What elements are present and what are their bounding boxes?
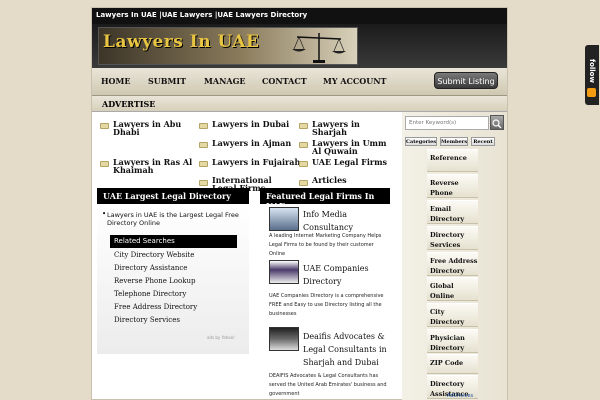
nav-manage[interactable]: MANAGE [204, 76, 246, 86]
tab-members[interactable]: Members [440, 137, 468, 146]
nav-submit[interactable]: SUBMIT [148, 76, 186, 86]
panel-title: UAE Largest Legal Directory [97, 188, 249, 204]
nav-home[interactable]: HOME [101, 76, 130, 86]
rss-icon[interactable] [587, 88, 596, 97]
sidebar-item-city-directory[interactable]: City Directory [427, 303, 478, 327]
sidebar-item-physician-directory[interactable]: Physician Directory [427, 329, 478, 353]
ads-attribution[interactable]: ads by Yahoo! [207, 335, 235, 340]
search-icon [492, 119, 502, 129]
category-link[interactable]: UAE Legal Firms [312, 158, 396, 166]
sidebar-item-reference[interactable]: Reference [427, 149, 478, 172]
follow-widget[interactable]: follow [585, 45, 599, 105]
featured-firm-desc: UAE Companies Directory is a comprehensi… [269, 293, 384, 317]
firm-thumbnail[interactable] [269, 327, 299, 351]
category-link[interactable]: Lawyers in Dubai [212, 120, 302, 128]
featured-firm-desc: DEAIFIS Advocates & Legal Consultants ha… [269, 373, 387, 397]
folder-icon [100, 123, 109, 129]
category-links: Lawyers in Abu Dhabi Lawyers in Dubai La… [92, 112, 398, 192]
category-link[interactable]: Lawyers in Sharjah [312, 120, 396, 136]
related-search-link[interactable]: Telephone Directory [114, 290, 186, 298]
related-search-link[interactable]: Directory Services [114, 316, 180, 324]
scales-of-justice-icon [292, 33, 346, 63]
folder-icon [199, 161, 208, 167]
category-link[interactable]: Lawyers in Ras Al Khaimah [113, 158, 195, 174]
panel-body: • Lawyers in UAE is the Largest Legal Fr… [97, 204, 249, 354]
featured-firm-name[interactable]: Deaifis Advocates & Legal Consultants in… [303, 330, 391, 370]
secondary-nav: ADVERTISE [92, 96, 507, 112]
category-link[interactable]: Articles [312, 176, 396, 184]
adchoices-link[interactable]: AdChoices [447, 393, 473, 399]
category-link[interactable]: Lawyers in Umm Al Quwain [312, 139, 396, 155]
nav-my-account[interactable]: MY ACCOUNT [323, 76, 387, 86]
sidebar-item-reverse-phone-lookup[interactable]: Reverse Phone Lookup [427, 174, 478, 207]
folder-icon [199, 180, 208, 186]
category-link[interactable]: Lawyers in Fujairah [212, 158, 302, 166]
main-nav: HOME SUBMIT MANAGE CONTACT MY ACCOUNT Su… [92, 68, 507, 96]
tab-recent[interactable]: Recent [471, 137, 495, 146]
firm-thumbnail[interactable] [269, 207, 299, 231]
submit-listing-button[interactable]: Submit Listing [434, 72, 498, 89]
right-sidebar: Enter Keyword(s) Categories Members Rece… [402, 112, 507, 400]
featured-firms-panel: Featured Legal Firms In UAE Info Media C… [260, 188, 390, 397]
bullet-icon: • [102, 210, 107, 218]
firm-thumbnail[interactable] [269, 260, 299, 284]
nav-contact[interactable]: CONTACT [262, 76, 307, 86]
folder-icon [100, 161, 109, 167]
search-input[interactable]: Enter Keyword(s) [405, 116, 489, 130]
sidebar-item-free-address-directory[interactable]: Free Address Directory [427, 252, 478, 276]
related-searches-title: Related Searches [110, 235, 237, 248]
sidebar-item-zip-code[interactable]: ZIP Code [427, 354, 478, 374]
sidebar-item-directory-services[interactable]: Directory Services [427, 226, 478, 250]
related-search-link[interactable]: Reverse Phone Lookup [114, 277, 195, 285]
related-search-link[interactable]: Free Address Directory [114, 303, 197, 311]
related-search-link[interactable]: City Directory Website [114, 251, 194, 259]
featured-firm-name[interactable]: UAE Companies Directory [303, 262, 389, 288]
directory-tagline: Lawyers in UAE is the Largest Legal Free… [107, 211, 239, 227]
featured-firm-desc: A leading Internet Marketing Company Hel… [269, 233, 382, 257]
folder-icon [299, 161, 308, 167]
folder-icon [299, 142, 308, 148]
site-title-bar: Lawyers In UAE |UAE Lawyers |UAE Lawyers… [92, 8, 507, 24]
related-search-link[interactable]: Directory Assistance [114, 264, 187, 272]
sidebar-item-email-directory[interactable]: Email Directory [427, 200, 478, 224]
site-logo[interactable]: Lawyers In UAE [98, 27, 358, 65]
sidebar-item-global-online-business[interactable]: Global Online Business [427, 277, 478, 310]
page-container: Lawyers In UAE |UAE Lawyers |UAE Lawyers… [91, 7, 508, 400]
folder-icon [199, 123, 208, 129]
header: Lawyers In UAE [92, 24, 507, 68]
category-link[interactable]: Lawyers in Ajman [212, 139, 302, 147]
tab-categories[interactable]: Categories [405, 137, 437, 146]
featured-title: Featured Legal Firms In UAE [260, 188, 390, 211]
logo-text: Lawyers In UAE [103, 32, 260, 52]
category-link[interactable]: Lawyers in Abu Dhabi [113, 120, 193, 136]
folder-icon [199, 142, 208, 148]
featured-firm-name[interactable]: Info Media Consultancy [303, 208, 389, 234]
legal-directory-panel: UAE Largest Legal Directory • Lawyers in… [97, 188, 249, 354]
nav-advertise[interactable]: ADVERTISE [102, 99, 155, 109]
folder-icon [299, 180, 308, 186]
search-button[interactable] [490, 115, 504, 130]
folder-icon [299, 123, 308, 129]
